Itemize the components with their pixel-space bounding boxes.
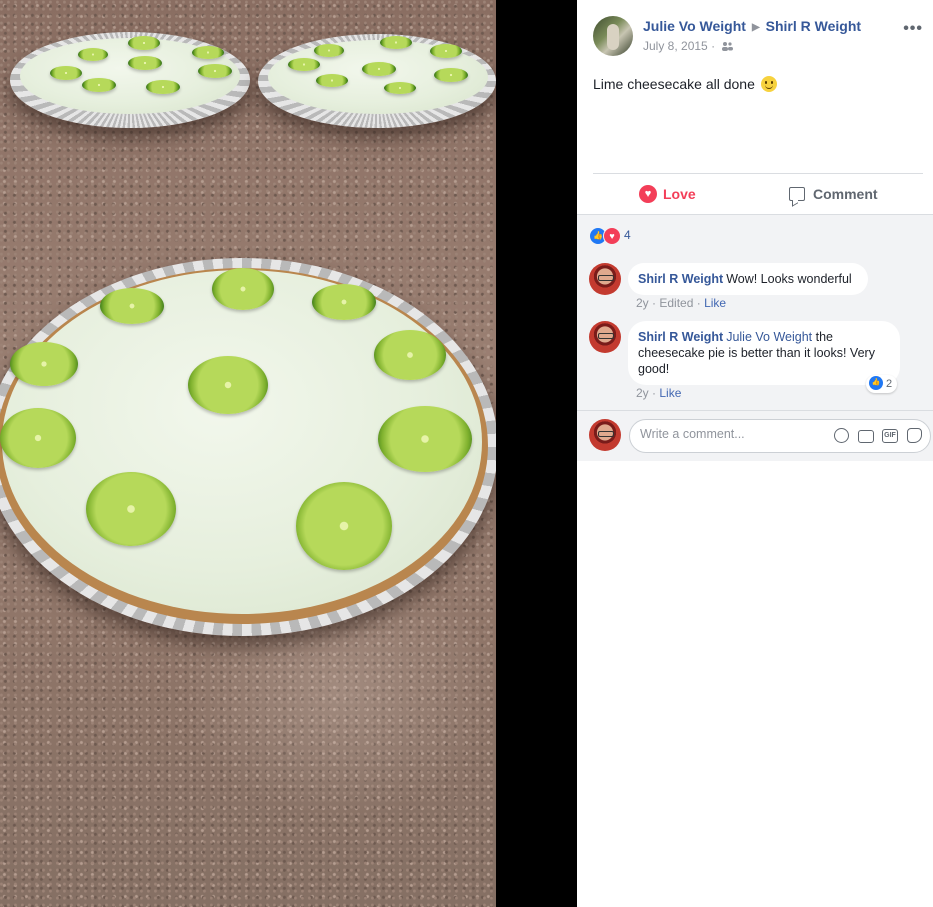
comment-time[interactable]: 2y [636,386,649,400]
post-caption: Lime cheesecake all done [593,76,777,92]
comment-input[interactable] [638,426,822,442]
comment-meta: 2y · Like [636,386,682,400]
comment-label: Comment [813,186,878,202]
more-options-icon[interactable]: ••• [903,20,923,38]
pie-front [0,258,496,636]
comment-composer: GIF [577,410,933,461]
meta-dot: · [711,39,719,53]
arrow-right-icon: ▶ [751,22,760,33]
author-avatar[interactable] [593,16,633,56]
comment-reaction-badge[interactable]: 2 [866,375,898,393]
commenter-avatar[interactable] [589,321,621,353]
post-names: Julie Vo Weight ▶ Shirl R Weight [643,18,861,34]
viewer-avatar [589,419,621,451]
pie-back-right [258,34,496,128]
comment-input-box[interactable]: GIF [629,419,931,453]
comment-bubble: Shirl R Weight Wow! Looks wonderful [628,263,868,295]
comment-text: Wow! Looks wonderful [726,272,852,286]
post-panel: Julie Vo Weight ▶ Shirl R Weight July 8, 2… [577,0,933,907]
like-reaction-icon [869,376,883,390]
heart-icon [639,185,657,203]
comment-like-link[interactable]: Like [659,386,681,400]
commenter-avatar[interactable] [589,263,621,295]
comment-time[interactable]: 2y [636,296,649,310]
caption-text: Lime cheesecake all done [593,76,755,92]
action-bar: Love Comment [593,174,923,214]
love-button[interactable]: Love [639,174,696,214]
friends-icon[interactable] [721,41,734,51]
reaction-count[interactable]: 4 [624,228,631,242]
comment-button[interactable]: Comment [789,174,878,214]
smile-emoji-icon [760,76,777,92]
love-label: Love [663,186,696,202]
comment-edited[interactable]: Edited [659,296,693,310]
post-date[interactable]: July 8, 2015 [643,39,708,53]
emoji-icon[interactable] [834,428,849,443]
target-link[interactable]: Shirl R Weight [766,18,861,34]
photo-gutter [496,0,577,907]
post-header: Julie Vo Weight ▶ Shirl R Weight July 8, 2… [593,16,923,56]
post-meta: July 8, 2015 · [643,39,734,53]
comment-bubble: Shirl R Weight Julie Vo Weight the cheese… [628,321,900,385]
comment-like-link[interactable]: Like [704,296,726,310]
love-reaction-icon [603,227,621,245]
comment-author-link[interactable]: Shirl R Weight [638,272,723,286]
comment-mention-link[interactable]: Julie Vo Weight [726,330,812,344]
author-link[interactable]: Julie Vo Weight [643,18,746,34]
comment-icon [789,187,805,201]
pie-back-left [10,32,250,128]
gif-icon[interactable]: GIF [882,429,898,443]
camera-icon[interactable] [858,430,874,443]
comment-author-link[interactable]: Shirl R Weight [638,330,723,344]
comment-meta: 2y · Edited · Like [636,296,727,310]
sticker-icon[interactable] [907,428,922,443]
post-photo[interactable] [0,0,496,907]
comment-reaction-count: 2 [886,378,893,390]
